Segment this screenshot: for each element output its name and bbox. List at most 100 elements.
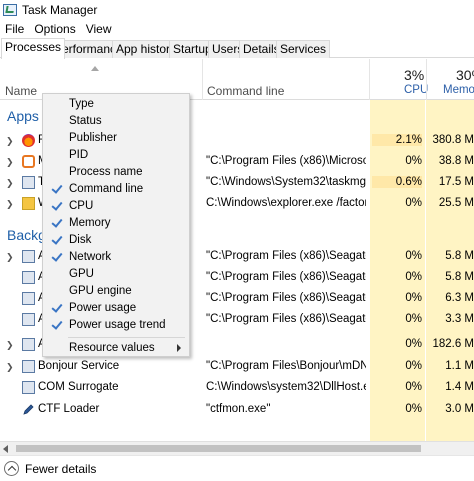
scroll-left-icon[interactable] <box>3 445 8 453</box>
process-cpu: 0% <box>405 381 422 393</box>
chevron-up-icon[interactable] <box>4 461 19 476</box>
process-cpu: 0% <box>405 155 422 167</box>
table-row[interactable]: COM Surrogate C:\Windows\system32\DllHos… <box>0 377 474 398</box>
menu-item-power-usage-trend[interactable]: Power usage trend <box>43 317 189 334</box>
folder-icon <box>22 197 35 210</box>
process-cpu: 0% <box>405 271 422 283</box>
column-separator[interactable] <box>202 59 203 100</box>
app-icon <box>22 360 35 373</box>
menu-item-label: Network <box>69 251 112 263</box>
app-icon <box>22 313 35 326</box>
process-cpu: 2.1% <box>372 134 422 146</box>
header-name[interactable]: Name <box>5 84 37 98</box>
process-memory: 6.3 M <box>445 292 474 304</box>
process-memory: 5.8 M <box>445 271 474 283</box>
checkmark-icon <box>51 216 61 228</box>
task-manager-icon <box>22 176 35 189</box>
process-command-line: "C:\Windows\System32\taskmgr.exe" <box>206 176 366 188</box>
process-cpu: 0% <box>405 292 422 304</box>
horizontal-scrollbar[interactable] <box>0 441 474 455</box>
expand-chevron-icon[interactable]: ❯ <box>6 252 14 263</box>
menu-item-status[interactable]: Status <box>43 113 189 130</box>
expand-chevron-icon[interactable]: ❯ <box>6 136 14 147</box>
expand-chevron-icon[interactable]: ❯ <box>6 340 14 351</box>
menu-item-gpu[interactable]: GPU <box>43 266 189 283</box>
title-bar: Task Manager <box>0 0 474 20</box>
header-cpu[interactable]: CPU <box>404 84 428 96</box>
app-icon <box>22 250 35 263</box>
menu-item-gpu-engine[interactable]: GPU engine <box>43 283 189 300</box>
table-row[interactable]: CTF Loader "ctfmon.exe" 0% 3.0 M <box>0 399 474 420</box>
menu-item-label: Process name <box>69 166 143 178</box>
tab-services[interactable]: Services <box>276 40 331 58</box>
expand-chevron-icon[interactable]: ❯ <box>6 362 14 373</box>
checkmark-icon <box>51 233 61 245</box>
process-cpu: 0% <box>405 313 422 325</box>
process-memory: 38.8 M <box>438 155 474 167</box>
window-title: Task Manager <box>22 3 98 17</box>
menu-file[interactable]: File <box>0 22 29 36</box>
menu-view[interactable]: View <box>81 22 117 36</box>
menu-item-label: Type <box>69 98 94 110</box>
process-name: CTF Loader <box>38 403 100 415</box>
tab-processes[interactable]: Processes <box>1 38 66 59</box>
column-separator[interactable] <box>426 59 427 100</box>
menu-divider <box>68 337 185 338</box>
menu-item-label: Power usage trend <box>69 319 166 331</box>
process-command-line: "C:\Program Files (x86)\Seagate\Age... <box>206 250 366 262</box>
process-memory: 25.5 M <box>438 197 474 209</box>
menu-item-type[interactable]: Type <box>43 96 189 113</box>
menu-item-power-usage[interactable]: Power usage <box>43 300 189 317</box>
scrollbar-thumb[interactable] <box>16 445 421 452</box>
table-row[interactable]: ❯ Bonjour Service "C:\Program Files\Bonj… <box>0 356 474 377</box>
menu-item-pid[interactable]: PID <box>43 147 189 164</box>
menu-item-label: Resource values <box>69 342 155 354</box>
task-manager-icon <box>3 4 17 16</box>
process-command-line: C:\Windows\explorer.exe /factory,{7... <box>206 197 366 209</box>
menu-item-label: Power usage <box>69 302 137 314</box>
sort-up-icon <box>91 66 99 71</box>
process-command-line: "C:\Program Files (x86)\Microsoft Of... <box>206 155 366 167</box>
process-memory: 380.8 M <box>432 134 474 146</box>
process-cpu: 0% <box>405 360 422 372</box>
app-icon <box>22 381 35 394</box>
app-icon <box>22 271 35 284</box>
header-memory-percent[interactable]: 30% <box>456 67 474 83</box>
menu-item-memory[interactable]: Memory <box>43 215 189 232</box>
process-command-line: "C:\Program Files (x86)\Seagate\Age... <box>206 292 366 304</box>
menu-item-cpu[interactable]: CPU <box>43 198 189 215</box>
menu-item-network[interactable]: Network <box>43 249 189 266</box>
menu-item-publisher[interactable]: Publisher <box>43 130 189 147</box>
menu-bar: File Options View <box>0 20 474 38</box>
fewer-details-button[interactable]: Fewer details <box>25 462 96 476</box>
tab-bar: Processes Performance App history Startu… <box>0 38 474 59</box>
checkmark-icon <box>51 318 61 330</box>
process-command-line: "C:\Program Files (x86)\Seagate\Age... <box>206 271 366 283</box>
header-cpu-percent[interactable]: 3% <box>404 67 424 83</box>
expand-chevron-icon[interactable]: ❯ <box>6 157 14 168</box>
menu-item-label: Memory <box>69 217 111 229</box>
menu-item-label: Command line <box>69 183 144 195</box>
process-memory: 17.5 M <box>438 176 474 188</box>
process-command-line: C:\Windows\system32\DllHost.exe /... <box>206 381 366 393</box>
column-separator[interactable] <box>369 59 370 100</box>
process-name: COM Surrogate <box>38 381 119 393</box>
checkmark-icon <box>51 301 61 313</box>
app-icon <box>22 292 35 305</box>
menu-options[interactable]: Options <box>29 22 80 36</box>
expand-chevron-icon[interactable]: ❯ <box>6 178 14 189</box>
header-command-line[interactable]: Command line <box>207 84 284 98</box>
menu-item-resource-values[interactable]: Resource values <box>43 340 189 357</box>
expand-chevron-icon[interactable]: ❯ <box>6 199 14 210</box>
office-icon <box>22 155 35 168</box>
menu-item-label: CPU <box>69 200 94 212</box>
header-memory[interactable]: Memory <box>443 84 474 96</box>
menu-item-command-line[interactable]: Command line <box>43 181 189 198</box>
process-command-line: "C:\Program Files\Bonjour\mDNSRe... <box>206 360 366 372</box>
process-cpu: 0% <box>405 403 422 415</box>
menu-item-disk[interactable]: Disk <box>43 232 189 249</box>
menu-item-process-name[interactable]: Process name <box>43 164 189 181</box>
process-cpu: 0.6% <box>372 176 422 188</box>
app-icon <box>22 338 35 351</box>
menu-item-label: GPU engine <box>69 285 132 297</box>
